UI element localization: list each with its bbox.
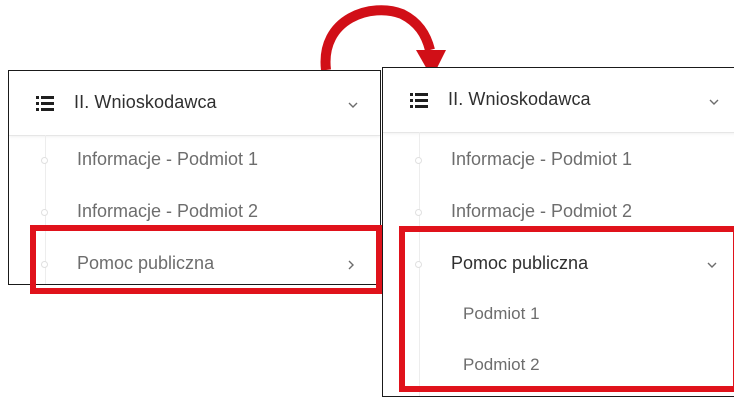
- menu-item-label: Informacje - Podmiot 1: [451, 149, 633, 169]
- submenu-item-label: Podmiot 2: [463, 355, 540, 374]
- section-header[interactable]: II. Wnioskodawca: [9, 71, 380, 136]
- menu-panel-before: II. Wnioskodawca Informacje - Podmiot 1 …: [8, 70, 381, 285]
- submenu-item-label: Podmiot 1: [463, 304, 540, 323]
- menu-panel-after: II. Wnioskodawca Informacje - Podmiot 1 …: [382, 67, 734, 397]
- menu-item-label: Pomoc publiczna: [77, 253, 215, 273]
- menu-item-label: Pomoc publiczna: [451, 253, 589, 273]
- timeline-dot: [415, 209, 422, 216]
- menu-item-label: Informacje - Podmiot 2: [77, 201, 259, 221]
- menu-item-label: Informacje - Podmiot 2: [451, 201, 633, 221]
- chevron-down-icon[interactable]: [346, 98, 360, 112]
- chevron-down-icon[interactable]: [707, 95, 721, 109]
- timeline-dot: [41, 209, 48, 216]
- timeline-dot: [41, 261, 48, 268]
- menu-item-pomoc-publiczna[interactable]: Pomoc publiczna: [9, 239, 380, 284]
- submenu-item-podmiot-1[interactable]: Podmiot 1: [383, 290, 734, 342]
- list-icon: [410, 93, 428, 108]
- menu-item-informacje-podmiot-2[interactable]: Informacje - Podmiot 2: [9, 187, 380, 239]
- chevron-down-icon[interactable]: [705, 258, 719, 272]
- menu-item-informacje-podmiot-1[interactable]: Informacje - Podmiot 1: [9, 135, 380, 187]
- list-icon: [36, 96, 54, 111]
- timeline-dot: [41, 157, 48, 164]
- section-header[interactable]: II. Wnioskodawca: [383, 68, 734, 133]
- timeline-dot: [415, 157, 422, 164]
- timeline-dot: [415, 261, 422, 268]
- menu-item-informacje-podmiot-1[interactable]: Informacje - Podmiot 1: [383, 135, 734, 187]
- chevron-right-icon[interactable]: [344, 258, 358, 272]
- menu-item-pomoc-publiczna[interactable]: Pomoc publiczna: [383, 239, 734, 291]
- menu-item-label: Informacje - Podmiot 1: [77, 149, 259, 169]
- section-title: II. Wnioskodawca: [74, 92, 217, 112]
- submenu-item-podmiot-2[interactable]: Podmiot 2: [383, 341, 734, 393]
- section-title: II. Wnioskodawca: [448, 89, 591, 109]
- menu-item-informacje-podmiot-2[interactable]: Informacje - Podmiot 2: [383, 187, 734, 239]
